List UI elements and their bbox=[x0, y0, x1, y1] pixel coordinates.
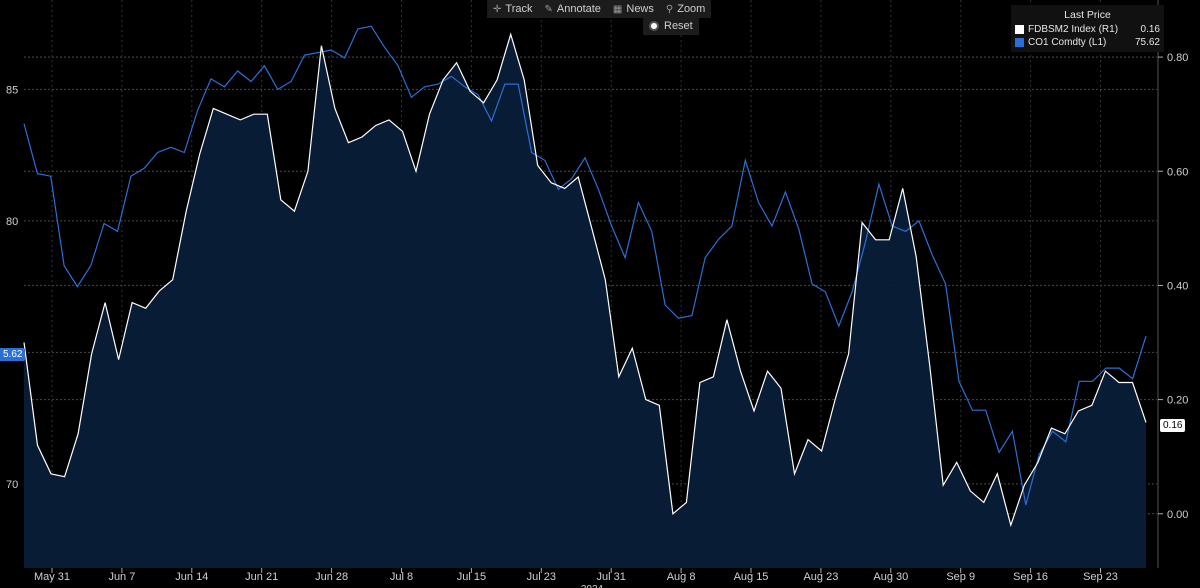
x-tick-label: Jun 14 bbox=[175, 571, 208, 583]
x-tick-label: Aug 15 bbox=[734, 571, 769, 583]
left-tick-label: 70 bbox=[6, 479, 18, 491]
right-tick-label: 0.20 bbox=[1167, 395, 1188, 407]
right-tick-label: 0.80 bbox=[1167, 52, 1188, 64]
last-price-tag-right: 0.16 bbox=[1160, 419, 1186, 432]
zoom-button[interactable]: ⚲ Zoom bbox=[659, 0, 712, 18]
x-tick-label: Jul 31 bbox=[597, 571, 626, 583]
legend-entry-name: CO1 Comdty (L1) bbox=[1028, 37, 1107, 48]
legend-entry[interactable]: CO1 Comdty (L1) 75.62 bbox=[1015, 36, 1160, 49]
legend-swatch bbox=[1015, 25, 1024, 34]
legend-title: Last Price bbox=[1064, 9, 1111, 21]
x-tick-label: Sep 23 bbox=[1083, 571, 1118, 583]
right-tick-label: 0.00 bbox=[1167, 509, 1188, 521]
legend-swatch bbox=[1015, 38, 1024, 47]
annotate-button[interactable]: ✎ Annotate bbox=[538, 0, 607, 18]
left-tick-label: 85 bbox=[6, 84, 18, 96]
track-label: Track bbox=[505, 3, 533, 15]
left-axis: 70758085 bbox=[6, 84, 18, 490]
zoom-label: Zoom bbox=[677, 3, 706, 15]
left-tick-label: 80 bbox=[6, 216, 18, 228]
x-tick-label: Aug 30 bbox=[873, 571, 908, 583]
right-tick-label: 0.40 bbox=[1167, 280, 1188, 292]
news-icon: ▦ bbox=[612, 3, 623, 15]
x-tick-label: Aug 8 bbox=[667, 571, 696, 583]
right-tick-label: 0.60 bbox=[1167, 166, 1188, 178]
reset-icon bbox=[649, 21, 659, 31]
reset-label: Reset bbox=[664, 20, 693, 32]
series-area bbox=[24, 34, 1146, 569]
fdbsm2-area bbox=[24, 34, 1146, 569]
news-label: News bbox=[626, 3, 654, 15]
x-year-label: 2024 bbox=[581, 584, 604, 588]
x-tick-label: Jul 15 bbox=[457, 571, 486, 583]
x-axis: May 31 Jun 7 Jun 14 Jun 21 Jun 28 Jul 8 Jul 15… bbox=[34, 568, 1118, 588]
x-tick-label: Jul 23 bbox=[527, 571, 556, 583]
magnifier-icon: ⚲ bbox=[665, 3, 674, 15]
legend: Last Price FDBSM2 Index (R1) 0.16 CO1 Co… bbox=[1011, 5, 1164, 52]
x-tick-label: Jun 21 bbox=[245, 571, 278, 583]
x-tick-label: Jun 7 bbox=[108, 571, 135, 583]
x-tick-label: Aug 23 bbox=[803, 571, 838, 583]
right-axis: 0.00 0.20 0.40 0.60 0.80 bbox=[1158, 52, 1188, 521]
pencil-icon: ✎ bbox=[544, 3, 553, 15]
x-tick-label: Sep 9 bbox=[946, 571, 975, 583]
crosshair-icon: ✛ bbox=[493, 3, 502, 15]
x-tick-label: Sep 16 bbox=[1013, 571, 1048, 583]
legend-entry[interactable]: FDBSM2 Index (R1) 0.16 bbox=[1015, 23, 1160, 36]
last-price-tag-left: 5.62 bbox=[0, 348, 26, 361]
chart-toolbar: ✛ Track ✎ Annotate ▦ News ⚲ Zoom bbox=[487, 0, 712, 18]
annotate-label: Annotate bbox=[556, 3, 601, 15]
price-chart[interactable]: 70758085 0.000.200.400.600.80 May 31Jun … bbox=[0, 0, 1200, 588]
x-tick-label: Jul 8 bbox=[390, 571, 413, 583]
legend-entry-name: FDBSM2 Index (R1) bbox=[1028, 24, 1119, 35]
reset-button[interactable]: Reset bbox=[643, 17, 699, 35]
news-button[interactable]: ▦ News bbox=[606, 0, 660, 18]
track-button[interactable]: ✛ Track bbox=[487, 0, 539, 18]
legend-entry-value: 0.16 bbox=[1140, 24, 1160, 35]
x-tick-label: May 31 bbox=[34, 571, 70, 583]
x-tick-label: Jun 28 bbox=[315, 571, 348, 583]
legend-entry-value: 75.62 bbox=[1134, 37, 1160, 48]
